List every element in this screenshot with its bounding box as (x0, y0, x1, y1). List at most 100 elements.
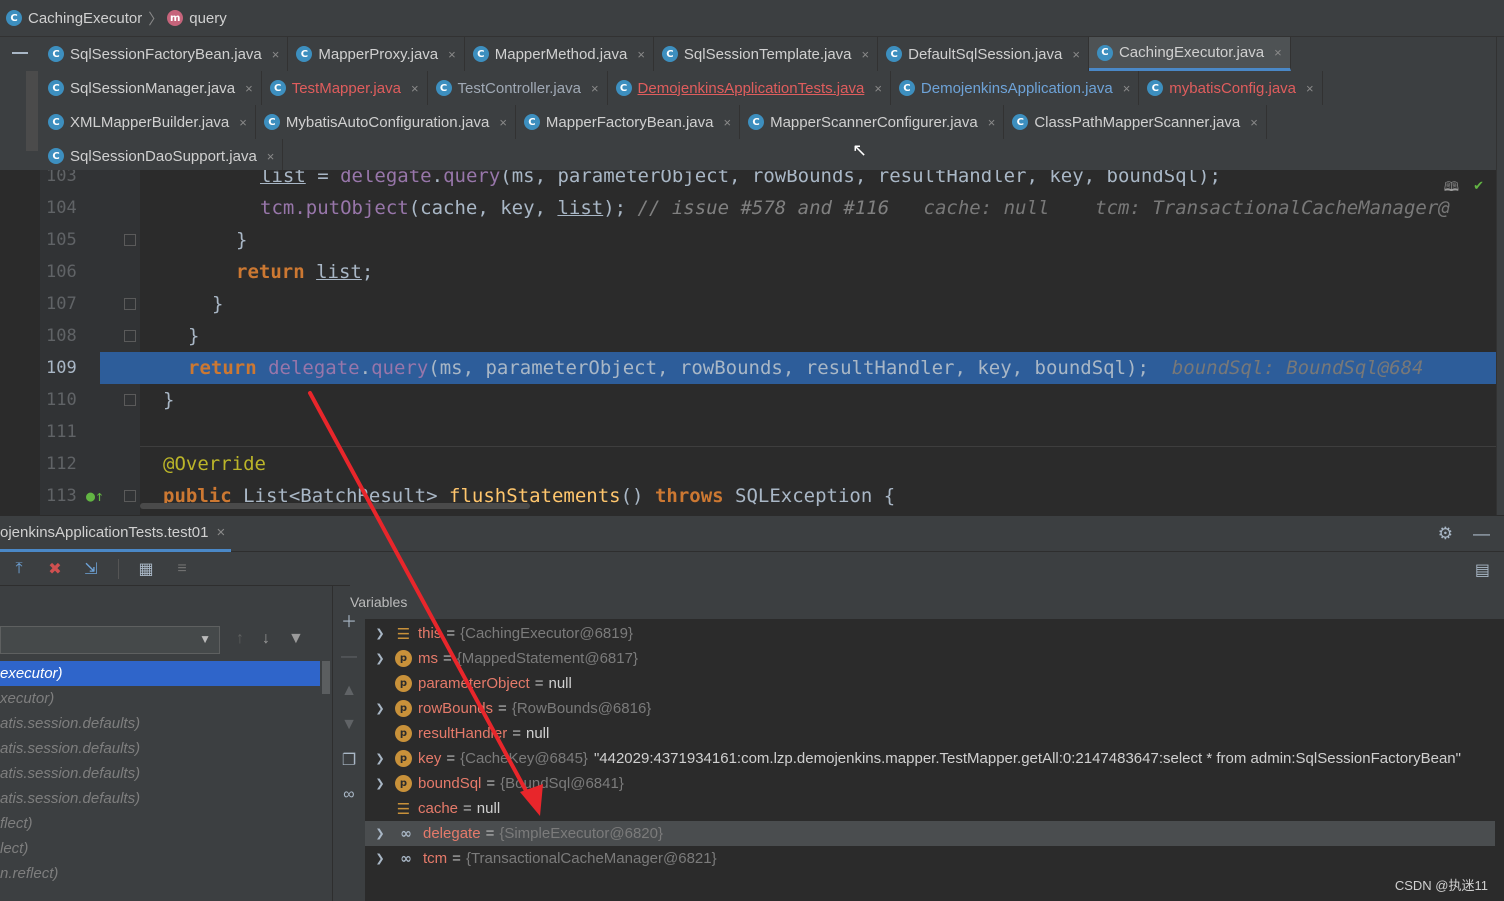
stack-frame[interactable]: atis.session.defaults) (0, 711, 320, 736)
tab-mapperscannerconfigurer[interactable]: C MapperScannerConfigurer.java × (740, 105, 1005, 139)
code-line-104[interactable]: 104 tcm.putObject(cache, key, list); // … (40, 192, 1504, 224)
variable-row[interactable]: ❯ p rowBounds = {RowBounds@6816} (365, 696, 1495, 721)
close-icon[interactable]: × (411, 81, 419, 96)
tab-cachingexecutor[interactable]: C CachingExecutor.java × (1088, 37, 1291, 71)
tab-testcontroller[interactable]: C TestController.java × (428, 71, 608, 105)
close-icon[interactable]: × (1274, 45, 1282, 60)
fold-icon[interactable] (124, 490, 136, 502)
close-icon[interactable]: × (637, 47, 645, 62)
fold-icon[interactable] (124, 330, 136, 342)
close-icon[interactable]: × (724, 115, 732, 130)
tab-demojenkinsapplicationtests[interactable]: C DemojenkinsApplicationTests.java × (608, 71, 891, 105)
gear-icon[interactable]: ⚙ (1438, 524, 1453, 544)
chevron-right-icon[interactable]: ❯ (365, 827, 395, 840)
close-icon[interactable]: × (499, 115, 507, 130)
evaluate-expression-icon[interactable]: ▦ (137, 560, 155, 578)
code-line-103[interactable]: 103 list = delegate.query(ms, parameterO… (40, 170, 1504, 192)
code-line-107[interactable]: 107 } (40, 288, 1504, 320)
run-to-cursor-icon[interactable]: ⇲ (82, 560, 100, 578)
tab-sqlsessiondaosupport[interactable]: C SqlSessionDaoSupport.java × (40, 139, 284, 173)
variable-row[interactable]: ❯ ∞ delegate = {SimpleExecutor@6820} (365, 821, 1495, 846)
tab-sqlsessionmanager[interactable]: C SqlSessionManager.java × (40, 71, 262, 105)
minimize-icon[interactable]: — (1473, 524, 1490, 544)
frames-scrollbar[interactable] (322, 661, 330, 694)
stack-frame[interactable]: atis.session.defaults) (0, 786, 320, 811)
close-icon[interactable]: × (239, 115, 247, 130)
tab-mapperproxy[interactable]: C MapperProxy.java × (288, 37, 465, 71)
copy-icon[interactable]: ❐ (342, 750, 356, 770)
chevron-right-icon[interactable]: ❯ (365, 627, 395, 640)
tab-classpathmapperscanner[interactable]: C ClassPathMapperScanner.java × (1004, 105, 1267, 139)
chevron-right-icon[interactable]: ❯ (365, 852, 395, 865)
fold-icon[interactable] (124, 234, 136, 246)
tab-demojenkinsapplication[interactable]: C DemojenkinsApplication.java × (891, 71, 1140, 105)
close-icon[interactable]: × (245, 81, 253, 96)
close-icon[interactable]: × (591, 81, 599, 96)
variable-row[interactable]: ❯ ∞ tcm = {TransactionalCacheManager@6821} (365, 846, 1495, 871)
close-icon[interactable]: × (448, 47, 456, 62)
chevron-right-icon[interactable]: ❯ (365, 652, 395, 665)
stack-frame[interactable]: xecutor) (0, 686, 320, 711)
tab-mapperfactorybean[interactable]: C MapperFactoryBean.java × (516, 105, 741, 139)
tab-xmlmapperbuilder[interactable]: C XMLMapperBuilder.java × (40, 105, 256, 139)
code-line-108[interactable]: 108 } (40, 320, 1504, 352)
step-out-icon[interactable]: ⤒ (10, 560, 28, 578)
close-icon[interactable]: × (862, 47, 870, 62)
trace-icon[interactable]: ≡ (173, 560, 191, 578)
tab-testmapper[interactable]: C TestMapper.java × (262, 71, 428, 105)
tab-mybatisautoconfiguration[interactable]: C MybatisAutoConfiguration.java × (256, 105, 516, 139)
close-icon[interactable]: × (874, 81, 882, 96)
move-down-icon[interactable]: ▼ (341, 716, 357, 734)
variable-row[interactable]: ☰ cache = null (365, 796, 1495, 821)
stack-frame[interactable]: lect) (0, 836, 320, 861)
chevron-right-icon[interactable]: ❯ (365, 777, 395, 790)
reader-mode-icon[interactable]: 🕮 (1444, 178, 1459, 200)
drop-frame-icon[interactable]: ✖ (46, 560, 64, 578)
tab-sqlsessiontemplate[interactable]: C SqlSessionTemplate.java × (654, 37, 879, 71)
tab-defaultsqlsession[interactable]: C DefaultSqlSession.java × (878, 37, 1089, 71)
code-line-106[interactable]: 106 return list; (40, 256, 1504, 288)
chevron-right-icon[interactable]: ❯ (365, 752, 395, 765)
move-up-icon[interactable]: ▲ (341, 682, 357, 700)
stack-frame[interactable]: atis.session.defaults) (0, 736, 320, 761)
watches-icon[interactable]: ∞ (343, 786, 354, 804)
override-icon[interactable]: ●↑ (86, 487, 104, 505)
stack-frame[interactable]: atis.session.defaults) (0, 761, 320, 786)
variable-row[interactable]: p parameterObject = null (365, 671, 1495, 696)
close-icon[interactable]: × (1123, 81, 1131, 96)
tab-mybatisconfig[interactable]: CmybatisConfig.java × (1139, 71, 1323, 105)
close-icon[interactable]: × (988, 115, 996, 130)
code-line-111[interactable]: 111 (40, 416, 1504, 448)
filter-icon[interactable]: ▼ (288, 630, 304, 648)
check-icon[interactable]: ✔ (1473, 178, 1484, 200)
code-line-109-current[interactable]: 109 return delegate.query(ms, parameterO… (40, 352, 1504, 384)
variable-row[interactable]: ❯ p boundSql = {BoundSql@6841} (365, 771, 1495, 796)
stack-frame[interactable]: n.reflect) (0, 861, 320, 886)
code-line-112[interactable]: 112 @Override (40, 448, 1504, 480)
variable-row[interactable]: ❯ p ms = {MappedStatement@6817} (365, 646, 1495, 671)
fold-icon[interactable] (124, 394, 136, 406)
variable-row[interactable]: p resultHandler = null (365, 721, 1495, 746)
chevron-right-icon[interactable]: ❯ (365, 702, 395, 715)
breadcrumb-class[interactable]: C CachingExecutor (6, 10, 142, 27)
arrow-down-icon[interactable]: ↓ (262, 630, 270, 648)
debug-session-tab[interactable]: ojenkinsApplicationTests.test01 × (0, 516, 232, 552)
close-icon[interactable]: × (1306, 81, 1314, 96)
stack-frame[interactable]: executor) (0, 661, 320, 686)
close-icon[interactable]: × (1250, 115, 1258, 130)
close-icon[interactable]: × (216, 524, 225, 541)
thread-selector[interactable]: ▼ (0, 626, 220, 654)
fold-icon[interactable] (124, 298, 136, 310)
stack-frame[interactable]: flect) (0, 811, 320, 836)
layout-settings-icon[interactable]: ▤ (1475, 560, 1490, 580)
minimize-icon[interactable] (12, 52, 28, 54)
code-line-105[interactable]: 105 } (40, 224, 1504, 256)
variable-row[interactable]: ❯ p key = {CacheKey@6845} "442029:4371934161:… (365, 746, 1495, 771)
breadcrumb-method[interactable]: m query (167, 10, 227, 27)
close-icon[interactable]: × (267, 149, 275, 164)
close-icon[interactable]: × (1072, 47, 1080, 62)
remove-icon[interactable]: — (341, 648, 357, 666)
variable-row[interactable]: ❯ ☰ this = {CachingExecutor@6819} (365, 621, 1495, 646)
close-icon[interactable]: × (272, 47, 280, 62)
tab-mappermethod[interactable]: C MapperMethod.java × (465, 37, 654, 71)
